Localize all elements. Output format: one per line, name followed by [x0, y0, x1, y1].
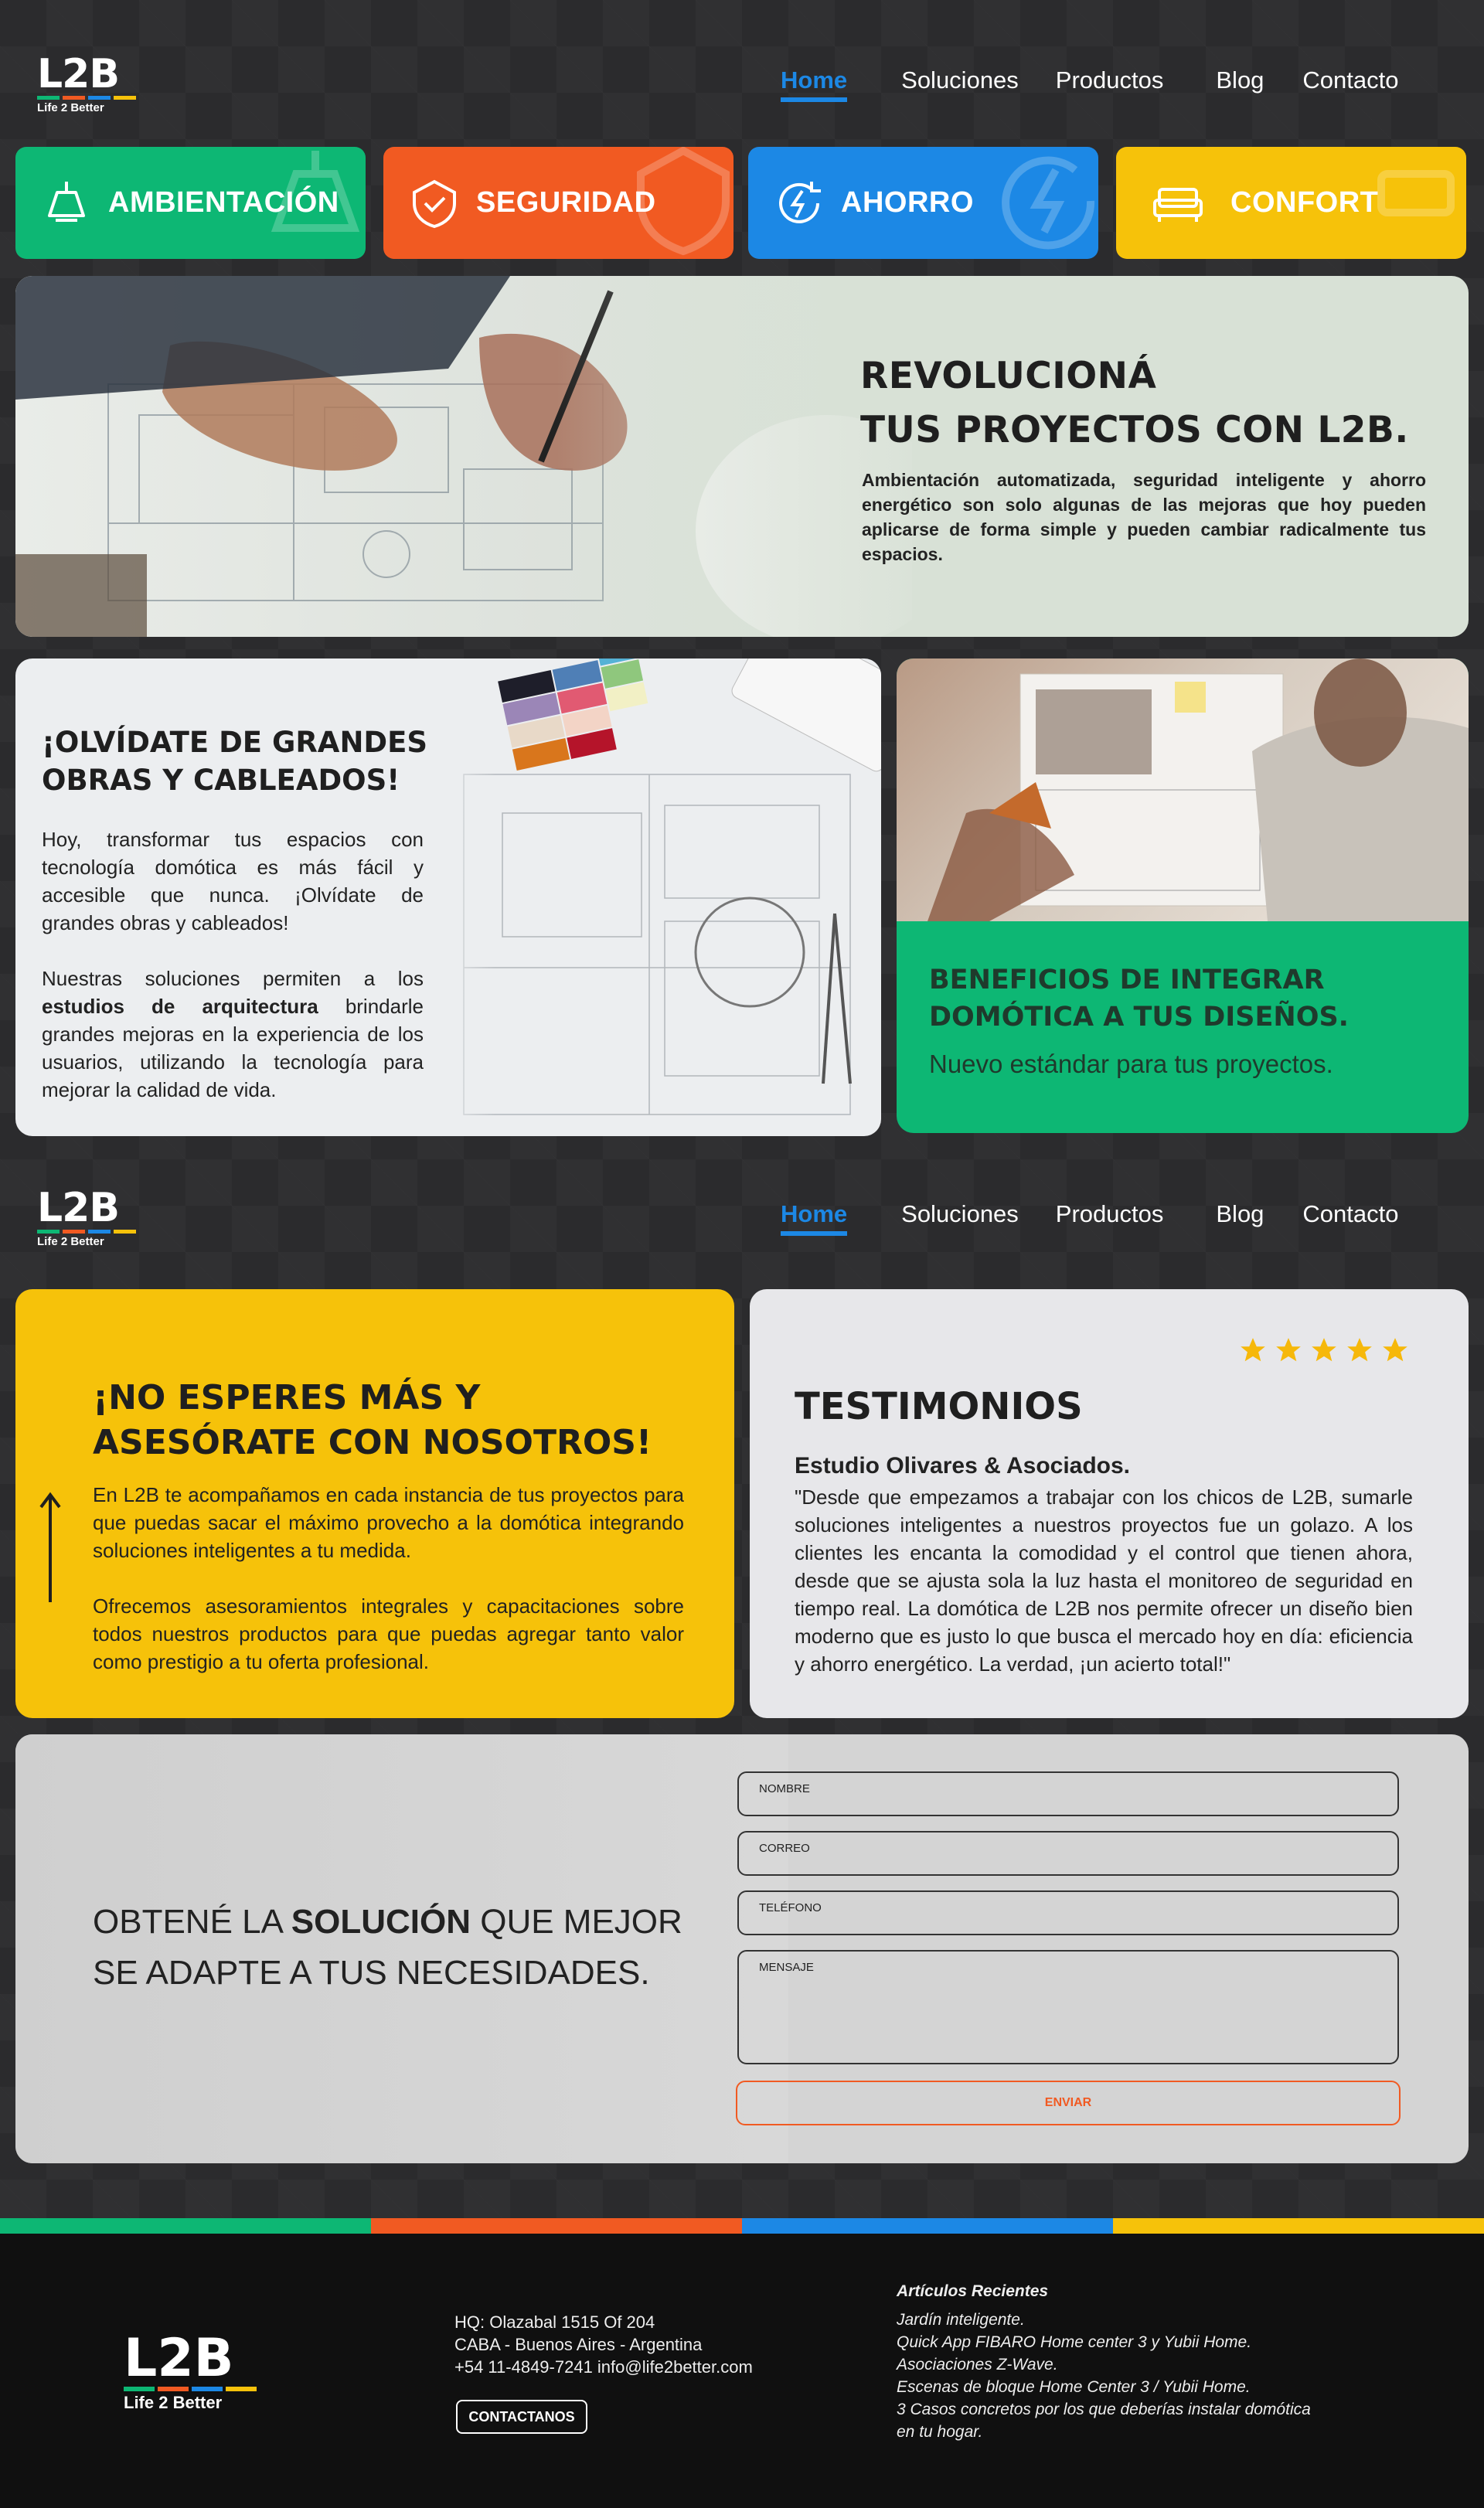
main-nav-2: Home Soluciones Productos Blog Contacto	[781, 1200, 1399, 1236]
recent-articles-title: Artículos Recientes	[897, 2282, 1049, 2300]
architecture-collage	[433, 658, 881, 1136]
testimonials-title: TESTIMONIOS	[795, 1385, 1083, 1428]
logo-mark: L2B	[37, 51, 120, 97]
category-label: AHORRO	[841, 186, 974, 219]
testimonial-author: Estudio Olivares & Asociados.	[795, 1453, 1131, 1479]
energy-icon	[779, 181, 821, 223]
correo-field[interactable]: CORREO	[737, 1831, 1399, 1876]
nav-soluciones[interactable]: Soluciones	[901, 66, 1019, 102]
star-icon	[1312, 1338, 1336, 1362]
testimonials-card: TESTIMONIOS Estudio Olivares & Asociados…	[750, 1289, 1469, 1718]
asesorate-title: ¡NO ESPERES MÁS Y ASESÓRATE CON NOSOTROS…	[93, 1378, 652, 1462]
second-header: L2B Life 2 Better Home Soluciones Produc…	[0, 1134, 1484, 1248]
enviar-button[interactable]: ENVIAR	[736, 2081, 1401, 2125]
category-label: CONFORT	[1230, 186, 1379, 219]
star-icon	[1276, 1338, 1301, 1362]
nav-contacto[interactable]: Contacto	[1302, 1200, 1398, 1236]
asesorate-text: En L2B te acompañamos en cada instancia …	[93, 1483, 684, 1673]
nombre-field[interactable]: NOMBRE	[737, 1771, 1399, 1816]
telefono-field[interactable]: TELÉFONO	[737, 1890, 1399, 1935]
testimonial-quote: "Desde que empezamos a trabajar con los …	[795, 1485, 1413, 1676]
footer-stripe-yellow	[1113, 2218, 1484, 2234]
obras-title: ¡OLVÍDATE DE GRANDES OBRAS Y CABLEADOS!	[42, 726, 428, 797]
star-icon	[1241, 1338, 1265, 1362]
nav-blog[interactable]: Blog	[1216, 66, 1264, 102]
logo-mark: L2B	[37, 1185, 120, 1231]
hero-text: Ambientación automatizada, seguridad int…	[862, 470, 1426, 564]
protractor-shape	[694, 897, 805, 1008]
footer: L2B Life 2 Better HQ: Olazabal 1515 Of 2…	[0, 2234, 1484, 2508]
nav-blog[interactable]: Blog	[1216, 1200, 1264, 1236]
shield-icon	[413, 179, 456, 228]
keyboard-shape	[731, 658, 881, 772]
nav-productos[interactable]: Productos	[1056, 66, 1164, 102]
nav-contacto[interactable]: Contacto	[1302, 66, 1398, 102]
beneficios-card[interactable]: BENEFICIOS DE INTEGRAR DOMÓTICA A TUS DI…	[897, 658, 1469, 1133]
nav-productos[interactable]: Productos	[1056, 1200, 1164, 1236]
brand-logo[interactable]: L2B Life 2 Better	[37, 51, 138, 114]
nav-home[interactable]: Home	[781, 66, 848, 102]
asesorate-card: ¡NO ESPERES MÁS Y ASESÓRATE CON NOSOTROS…	[15, 1289, 734, 1718]
color-swatches	[498, 658, 648, 771]
logo-tagline: Life 2 Better	[37, 1235, 104, 1248]
article-link[interactable]: 3 Casos concretos por los que deberías i…	[897, 2398, 1329, 2443]
nav-home[interactable]: Home	[781, 1200, 848, 1236]
footer-address: HQ: Olazabal 1515 Of 204 CABA - Buenos A…	[454, 2312, 753, 2377]
beneficios-photo	[897, 658, 1469, 921]
article-link[interactable]: Quick App FIBARO Home center 3 y Yubii H…	[897, 2331, 1329, 2353]
footer-stripe-green	[0, 2218, 371, 2234]
meeting-illustration	[928, 658, 1469, 921]
main-nav: Home Soluciones Productos Blog Contacto	[781, 66, 1399, 102]
rating-stars	[1238, 1336, 1410, 1365]
footer-stripe-blue	[742, 2218, 1113, 2234]
mensaje-field[interactable]: MENSAJE	[737, 1950, 1399, 2064]
category-seguridad[interactable]: SEGURIDAD	[383, 147, 733, 259]
nav-soluciones[interactable]: Soluciones	[901, 1200, 1019, 1236]
hero-banner: REVOLUCIONÁ TUS PROYECTOS CON L2B. Ambie…	[15, 276, 1469, 637]
category-ahorro[interactable]: AHORRO	[748, 147, 1098, 259]
category-confort[interactable]: CONFORT	[1116, 147, 1466, 259]
footer-stripe-orange	[371, 2218, 742, 2234]
contact-heading: OBTENÉ LA SOLUCIÓN QUE MEJOR SE ADAPTE A…	[93, 1903, 682, 1992]
footer-logo[interactable]: L2B Life 2 Better	[124, 2333, 257, 2413]
obras-card: ¡OLVÍDATE DE GRANDES OBRAS Y CABLEADOS! …	[15, 658, 881, 1136]
category-cards: AMBIENTACIÓN SEGURIDAD AHORRO CONFORT	[15, 147, 1469, 259]
recent-articles: Artículos Recientes Jardín inteligente. …	[897, 2280, 1329, 2443]
sleeve-shape	[15, 276, 510, 400]
star-icon	[1383, 1338, 1407, 1362]
contactanos-button[interactable]: CONTACTANOS	[456, 2400, 587, 2434]
page: { "brand": {"mark": "L2B", "tagline": "L…	[0, 0, 1484, 2508]
lamp-icon	[48, 181, 85, 222]
star-icon	[1347, 1338, 1372, 1362]
lamp-icon	[271, 151, 360, 232]
hero-title: REVOLUCIONÁ TUS PROYECTOS CON L2B.	[860, 355, 1409, 451]
article-link[interactable]: Escenas de bloque Home Center 3 / Yubii …	[897, 2376, 1329, 2398]
shield-icon	[637, 147, 730, 256]
obras-text: Hoy, transformar tus espacios con tecnol…	[42, 828, 424, 1101]
logo-tagline: Life 2 Better	[37, 101, 104, 114]
sofa-icon	[1377, 170, 1455, 216]
brand-logo-2[interactable]: L2B Life 2 Better	[37, 1185, 138, 1248]
energy-icon	[1002, 156, 1095, 250]
article-link[interactable]: Asociaciones Z-Wave.	[897, 2353, 1329, 2376]
beneficios-title: BENEFICIOS DE INTEGRAR DOMÓTICA A TUS DI…	[929, 965, 1349, 1033]
article-link[interactable]: Jardín inteligente.	[897, 2309, 1329, 2331]
category-ambientacion[interactable]: AMBIENTACIÓN	[15, 147, 366, 259]
arrow-up-icon	[39, 1492, 61, 1602]
beneficios-subtitle: Nuevo estándar para tus proyectos.	[929, 1050, 1333, 1078]
top-header: L2B Life 2 Better Home Soluciones Produc…	[0, 0, 1484, 114]
sofa-icon	[1153, 187, 1203, 222]
